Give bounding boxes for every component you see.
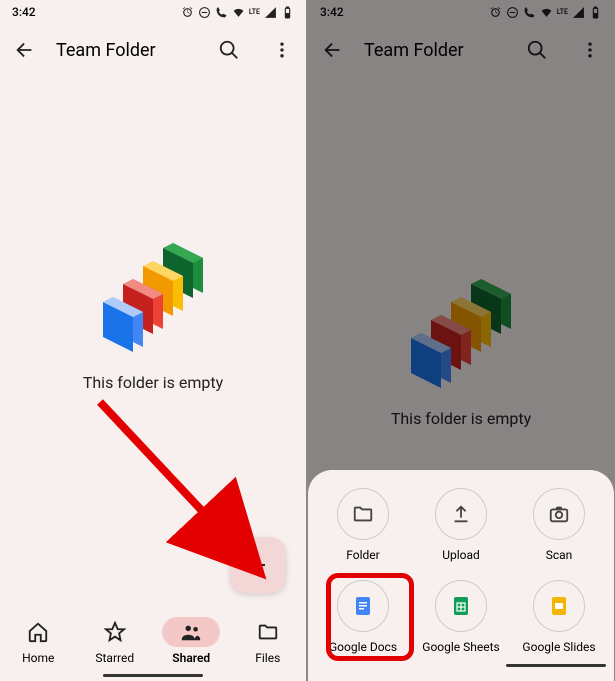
plus-icon — [246, 553, 270, 577]
page-title: Team Folder — [364, 40, 506, 61]
battery-icon — [589, 6, 602, 19]
dnd-icon — [506, 6, 519, 19]
nav-starred[interactable]: Starred — [83, 617, 147, 665]
camera-icon — [548, 503, 570, 525]
nav-files[interactable]: Files — [236, 617, 300, 665]
create-bottom-sheet: Folder Upload Scan Google Docs Google Sh… — [308, 470, 614, 681]
search-button[interactable] — [218, 39, 240, 61]
more-button[interactable] — [580, 40, 600, 60]
google-sheets-icon — [449, 594, 473, 618]
sheet-item-google-slides[interactable]: Google Slides — [512, 580, 606, 654]
search-icon — [526, 39, 548, 61]
google-docs-icon — [351, 594, 375, 618]
wifi-icon — [540, 6, 553, 19]
sheet-item-scan[interactable]: Scan — [512, 488, 606, 562]
more-button[interactable] — [272, 40, 292, 60]
status-time: 3:42 — [12, 5, 36, 19]
back-button[interactable] — [322, 39, 344, 61]
sheet-label: Google Sheets — [422, 640, 499, 654]
sheet-item-google-sheets[interactable]: Google Sheets — [414, 580, 508, 654]
arrow-left-icon — [322, 39, 344, 61]
empty-text: This folder is empty — [391, 409, 531, 428]
gesture-bar — [506, 664, 606, 667]
phone-icon — [215, 6, 228, 19]
battery-icon — [281, 6, 294, 19]
sheet-item-upload[interactable]: Upload — [414, 488, 508, 562]
sheet-label: Google Docs — [329, 640, 397, 654]
empty-state: This folder is empty — [0, 76, 306, 609]
alarm-icon — [181, 6, 194, 19]
app-bar: Team Folder — [0, 24, 306, 76]
fab-add-button[interactable] — [230, 537, 286, 593]
nav-starred-label: Starred — [95, 651, 134, 665]
sheet-item-google-docs[interactable]: Google Docs — [316, 580, 410, 654]
network-label: LTE — [557, 8, 568, 16]
app-bar: Team Folder — [308, 24, 614, 76]
nav-shared-label: Shared — [172, 651, 210, 665]
sheet-label: Scan — [546, 548, 573, 562]
sheet-label: Upload — [442, 548, 480, 562]
screen-left: 3:42 LTE Team Folder — [0, 0, 306, 681]
signal-icon — [572, 6, 585, 19]
sheet-item-folder[interactable]: Folder — [316, 488, 410, 562]
nav-home-label: Home — [22, 651, 54, 665]
upload-icon — [450, 503, 472, 525]
status-icons: LTE — [489, 6, 602, 19]
people-icon — [180, 621, 202, 643]
more-vert-icon — [580, 40, 600, 60]
status-bar: 3:42 LTE — [308, 0, 614, 24]
dnd-icon — [198, 6, 211, 19]
signal-icon — [264, 6, 277, 19]
network-label: LTE — [249, 8, 260, 16]
search-button[interactable] — [526, 39, 548, 61]
status-icons: LTE — [181, 6, 294, 19]
arrow-left-icon — [14, 39, 36, 61]
nav-shared[interactable]: Shared — [159, 617, 223, 665]
sheet-label: Folder — [346, 548, 379, 562]
more-vert-icon — [272, 40, 292, 60]
folders-illustration-icon — [391, 269, 531, 389]
search-icon — [218, 39, 240, 61]
empty-text: This folder is empty — [83, 373, 223, 392]
sheet-label: Google Slides — [522, 640, 595, 654]
nav-home[interactable]: Home — [6, 617, 70, 665]
folder-icon — [257, 621, 279, 643]
back-button[interactable] — [14, 39, 36, 61]
wifi-icon — [232, 6, 245, 19]
phone-icon — [523, 6, 536, 19]
nav-files-label: Files — [255, 651, 280, 665]
alarm-icon — [489, 6, 502, 19]
star-icon — [104, 621, 126, 643]
folders-illustration-icon — [83, 233, 223, 353]
google-slides-icon — [547, 594, 571, 618]
home-icon — [27, 621, 49, 643]
folder-icon — [352, 503, 374, 525]
page-title: Team Folder — [56, 40, 198, 61]
screen-right: 3:42 LTE Team Folder — [308, 0, 614, 681]
status-time: 3:42 — [320, 5, 344, 19]
bottom-nav: Home Starred Shared Files — [0, 609, 306, 681]
gesture-bar — [103, 674, 203, 677]
status-bar: 3:42 LTE — [0, 0, 306, 24]
